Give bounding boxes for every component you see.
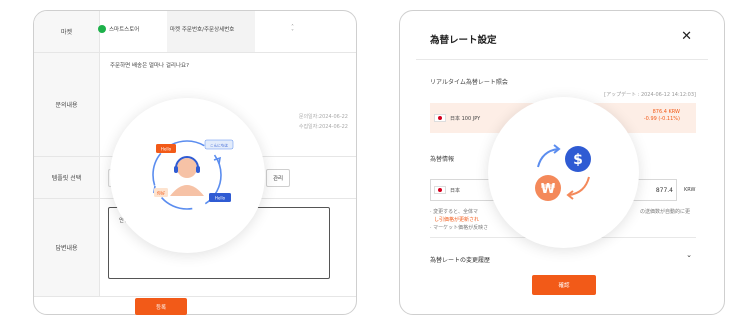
rate-unit: KRW [684,187,696,193]
bubble-hi: 你好 [157,190,165,196]
channel-label: 마켓 [34,11,100,52]
inquiry-label: 문의내용 [34,53,100,156]
multilingual-support-illustration: Hello こんにちは 你好 Hello [110,98,265,253]
confirm-button[interactable]: 確認 [532,275,596,295]
setting-currency: 日本 [434,186,460,194]
note-line-3: · マーケット価格が反映さ [430,225,489,231]
store-badge: 스마트스토어 [98,25,139,33]
rate-change-text: -0.99 (-0.11%) [643,116,680,122]
won-icon: ₩ [541,182,556,197]
note-line-2: し引価格が更新され [434,217,480,223]
answer-label: 답변내용 [34,199,100,296]
currency-exchange-icon: $ ₩ [535,144,591,201]
bubble-hello-2: Hello [215,196,226,201]
setting-currency-text: 日本 [450,187,461,194]
rate-value-text: 876.4 KRW [652,109,680,115]
smartstore-icon [98,25,106,33]
template-label: 템플릿 선택 [34,157,100,198]
collect-date: 수집일자:2024-06-22 [298,124,348,130]
order-field-label: 마켓 주문번호/주문상세번호 [170,25,234,33]
inquiry-date: 문의일자:2024-06-22 [298,114,348,120]
note-line-1a: · 変更すると、全体マ [430,209,478,215]
bubble-korean: こんにちは [210,143,228,148]
japan-flag-icon [434,186,446,194]
note-line-1b: の送価数が自動的に更 [640,209,691,215]
dollar-icon: $ [573,152,583,168]
template-manage-button[interactable]: 관리 [266,169,290,187]
multilingual-chat-icon: Hello こんにちは 你好 Hello [152,139,234,210]
realtime-currency-text: 日本 100 JPY [450,115,481,122]
register-button[interactable]: 등록 [135,298,187,315]
rate-setting-label: 為替情報 [430,156,455,163]
close-icon[interactable]: ✕ [681,29,692,44]
modal-title: 為替レート設定 [430,35,497,46]
chevron-down-icon[interactable]: ⌄ [686,251,692,259]
inquiry-question: 주문하면 배송은 얼마나 걸리나요? [110,63,190,69]
order-field-text: 마켓 주문번호/주문상세번호 [170,27,235,33]
realtime-rate-label: リアルタイム為替レート照会 [430,79,508,86]
channel-row: 마켓 스마트스토어 마켓 주문번호/주문상세번호 ˄ ˅ [34,11,356,53]
bubble-hello-1: Hello [161,147,172,152]
japan-flag-icon [434,114,446,122]
store-name: 스마트스토어 [109,27,140,33]
sort-arrows-icon[interactable]: ˄ ˅ [291,25,294,36]
divider [416,59,708,60]
currency-exchange-illustration: $ ₩ [488,97,639,248]
realtime-currency: 日本 100 JPY [434,114,480,122]
realtime-rate-value: 876.4 KRW -0.99 (-0.11%) [644,109,680,123]
history-toggle[interactable]: 為替レートの変更履歴 [430,255,490,264]
